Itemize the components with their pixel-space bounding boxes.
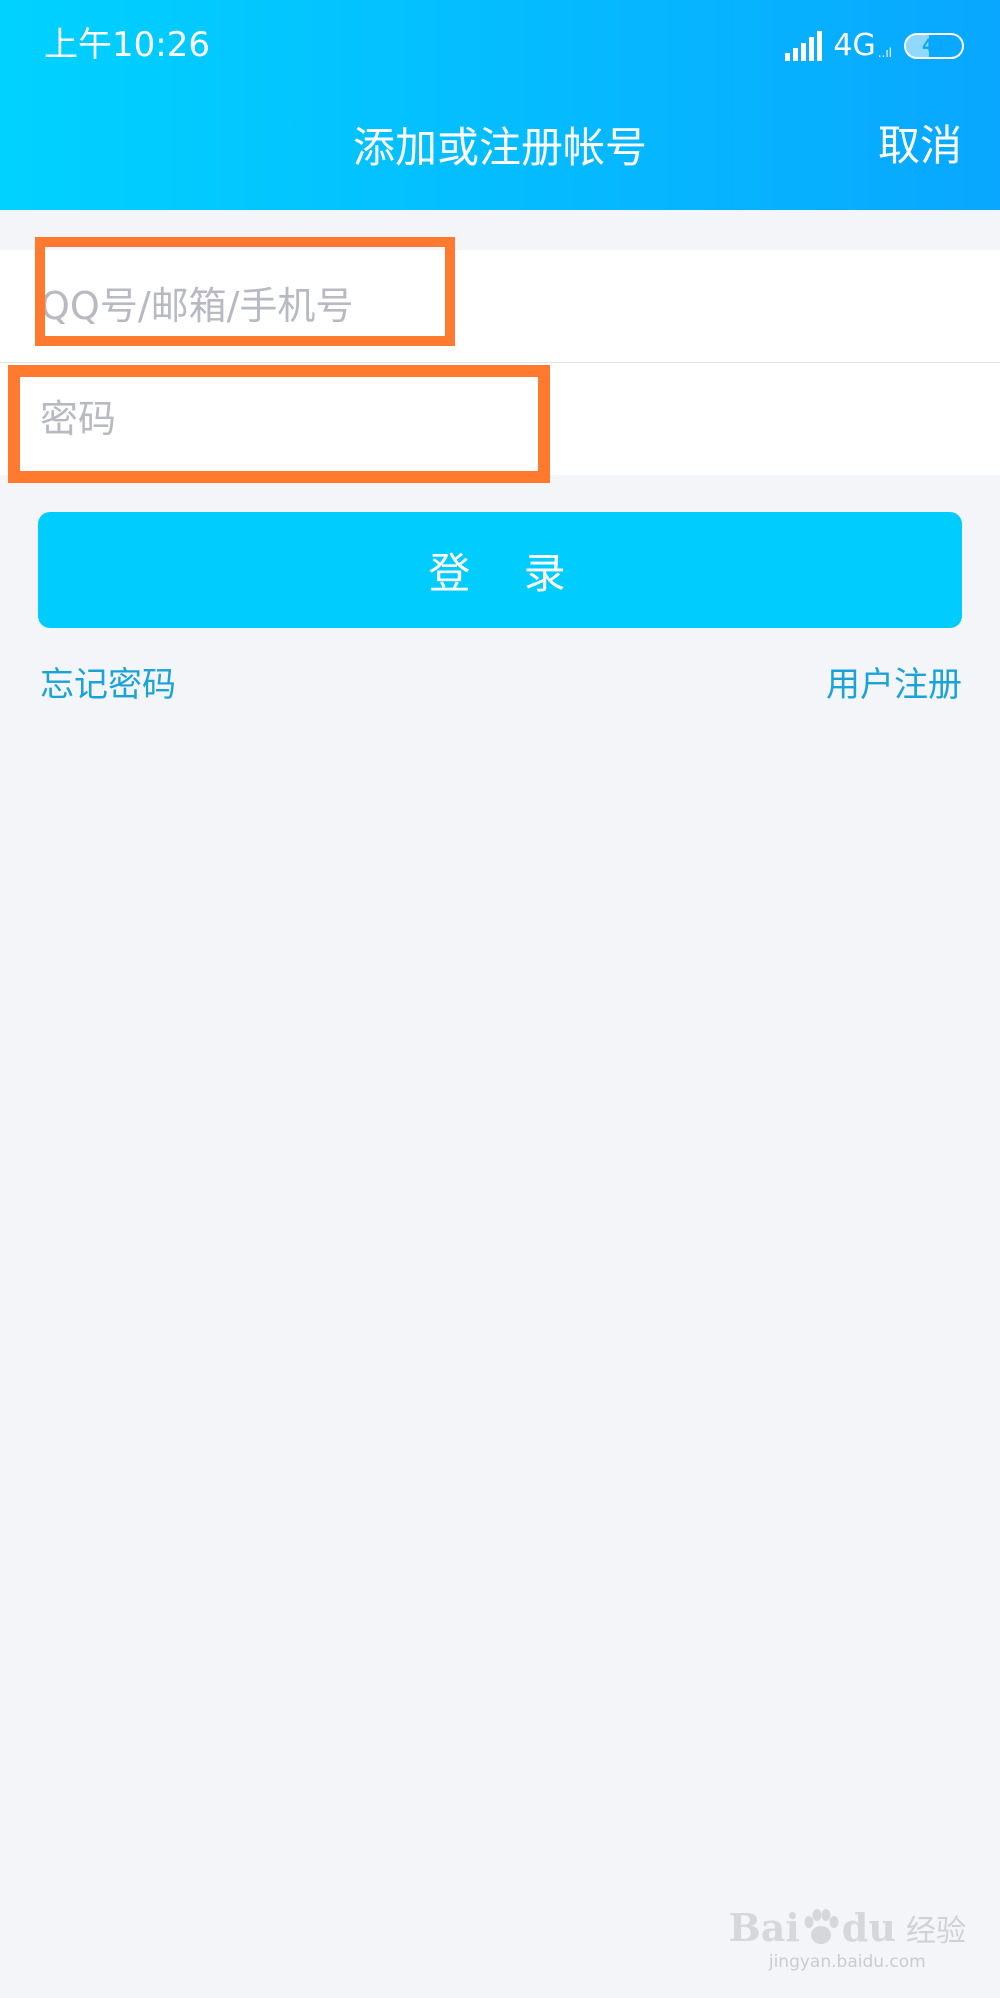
login-form <box>0 250 1000 475</box>
watermark-brand-right: du <box>841 1905 896 1950</box>
signal-icon <box>785 31 823 61</box>
network-label: 4G <box>833 28 876 63</box>
watermark-brand-cn: 经验 <box>906 1913 966 1949</box>
status-time: 上午10:26 <box>44 25 210 65</box>
battery-icon: 41 <box>904 33 964 59</box>
watermark-url: jingyan.baidu.com <box>768 1952 926 1972</box>
account-input[interactable] <box>40 250 940 362</box>
login-button[interactable]: 登 录 <box>38 512 962 628</box>
network-activity-icon: ..ıl <box>877 46 892 60</box>
watermark-brand-left: Bai <box>728 1905 800 1950</box>
header-bar: 上午10:26 4G ..ıl 41 添加或注册帐号 取消 <box>0 0 1000 210</box>
register-link[interactable]: 用户注册 <box>826 660 962 710</box>
cancel-button[interactable]: 取消 <box>878 116 962 176</box>
account-row <box>0 250 1000 362</box>
password-row <box>0 362 1000 475</box>
baidu-jingyan-watermark: Bai du 经验 jingyan.baidu.com <box>729 1905 966 1972</box>
password-input[interactable] <box>40 363 940 475</box>
paw-icon <box>804 1908 839 1944</box>
battery-level: 41 <box>922 36 946 56</box>
forgot-password-link[interactable]: 忘记密码 <box>40 660 176 710</box>
page-title: 添加或注册帐号 <box>352 123 647 172</box>
status-indicators: 4G ..ıl 41 <box>785 26 964 66</box>
